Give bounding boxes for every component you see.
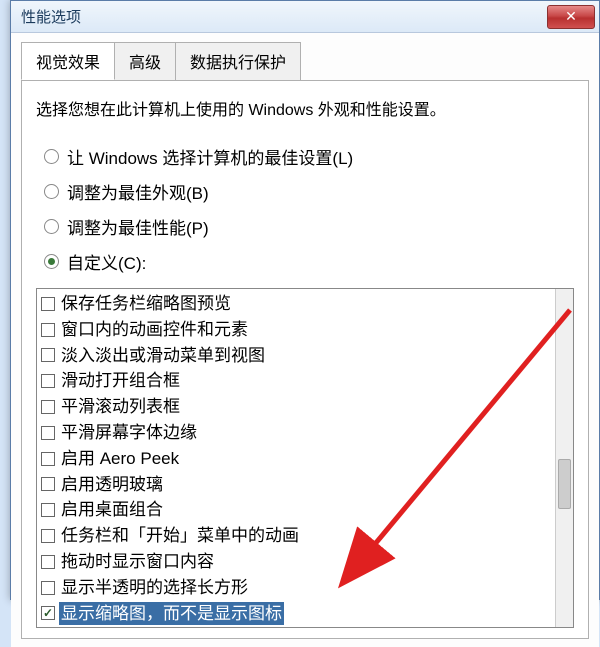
- scrollbar-thumb[interactable]: [558, 459, 571, 509]
- radio-icon: [44, 149, 59, 164]
- tab-panel: 选择您想在此计算机上使用的 Windows 外观和性能设置。 让 Windows…: [21, 80, 589, 639]
- check-label: 启用透明玻璃: [59, 473, 165, 497]
- check-item[interactable]: 平滑屏幕字体边缘: [37, 420, 573, 446]
- check-item[interactable]: 保存任务栏缩略图预览: [37, 291, 573, 317]
- content-area: 视觉效果 高级 数据执行保护 选择您想在此计算机上使用的 Windows 外观和…: [11, 33, 599, 647]
- check-label: 启用 Aero Peek: [59, 447, 181, 471]
- check-item[interactable]: 显示半透明的选择长方形: [37, 575, 573, 601]
- check-label: 保存任务栏缩略图预览: [59, 292, 233, 316]
- checkbox-icon: [41, 400, 55, 414]
- check-item[interactable]: 显示缩略图，而不是显示图标: [37, 601, 573, 627]
- checkbox-icon: [41, 529, 55, 543]
- window-title: 性能选项: [21, 6, 81, 27]
- checkbox-icon: [41, 452, 55, 466]
- checkbox-icon: [41, 503, 55, 517]
- checkbox-icon: [41, 374, 55, 388]
- check-item[interactable]: 在窗口和按钮上使用视觉样式: [37, 626, 573, 628]
- radio-label: 调整为最佳性能(P): [67, 214, 209, 239]
- radio-group: 让 Windows 选择计算机的最佳设置(L) 调整为最佳外观(B) 调整为最佳…: [44, 144, 574, 274]
- check-item[interactable]: 窗口内的动画控件和元素: [37, 317, 573, 343]
- check-item[interactable]: 启用透明玻璃: [37, 472, 573, 498]
- checkbox-icon: [41, 348, 55, 362]
- check-item[interactable]: 滑动打开组合框: [37, 368, 573, 394]
- check-item[interactable]: 启用桌面组合: [37, 497, 573, 523]
- close-icon: ✕: [565, 8, 577, 25]
- check-label: 平滑屏幕字体边缘: [59, 421, 199, 445]
- check-item[interactable]: 启用 Aero Peek: [37, 446, 573, 472]
- tab-visual-effects[interactable]: 视觉效果: [21, 42, 115, 80]
- radio-label: 调整为最佳外观(B): [67, 179, 209, 204]
- check-label: 启用桌面组合: [59, 498, 165, 522]
- checkbox-icon: [41, 477, 55, 491]
- check-label: 窗口内的动画控件和元素: [59, 318, 250, 342]
- check-label: 显示缩略图，而不是显示图标: [59, 602, 284, 626]
- check-label: 任务栏和「开始」菜单中的动画: [59, 524, 301, 548]
- check-label: 淡入淡出或滑动菜单到视图: [59, 344, 267, 368]
- check-label: 滑动打开组合框: [59, 369, 182, 393]
- check-item[interactable]: 拖动时显示窗口内容: [37, 549, 573, 575]
- radio-icon: [44, 219, 59, 234]
- radio-best-look[interactable]: 调整为最佳外观(B): [44, 179, 574, 204]
- radio-icon: [44, 254, 59, 269]
- radio-label: 让 Windows 选择计算机的最佳设置(L): [67, 144, 353, 169]
- checkbox-icon: [41, 606, 55, 620]
- check-label: 拖动时显示窗口内容: [59, 550, 216, 574]
- effects-listbox[interactable]: 保存任务栏缩略图预览窗口内的动画控件和元素淡入淡出或滑动菜单到视图滑动打开组合框…: [36, 288, 574, 628]
- check-label: 显示半透明的选择长方形: [59, 576, 250, 600]
- checkbox-icon: [41, 581, 55, 595]
- checkbox-icon: [41, 426, 55, 440]
- radio-best-perf[interactable]: 调整为最佳性能(P): [44, 214, 574, 239]
- check-label: 平滑滚动列表框: [59, 395, 182, 419]
- checkbox-icon: [41, 297, 55, 311]
- radio-icon: [44, 184, 59, 199]
- titlebar: 性能选项 ✕: [11, 1, 599, 33]
- radio-custom[interactable]: 自定义(C):: [44, 249, 574, 274]
- checkbox-icon: [41, 555, 55, 569]
- checkbox-icon: [41, 323, 55, 337]
- tab-advanced[interactable]: 高级: [114, 42, 176, 80]
- tab-dep[interactable]: 数据执行保护: [175, 42, 301, 80]
- close-button[interactable]: ✕: [547, 5, 595, 29]
- check-item[interactable]: 平滑滚动列表框: [37, 394, 573, 420]
- tab-strip: 视觉效果 高级 数据执行保护: [21, 42, 589, 81]
- check-label: 在窗口和按钮上使用视觉样式: [59, 627, 284, 628]
- check-item[interactable]: 淡入淡出或滑动菜单到视图: [37, 343, 573, 369]
- instruction-text: 选择您想在此计算机上使用的 Windows 外观和性能设置。: [36, 96, 574, 120]
- radio-auto[interactable]: 让 Windows 选择计算机的最佳设置(L): [44, 144, 574, 169]
- scrollbar[interactable]: [555, 289, 573, 627]
- radio-label: 自定义(C):: [67, 249, 146, 274]
- checklist: 保存任务栏缩略图预览窗口内的动画控件和元素淡入淡出或滑动菜单到视图滑动打开组合框…: [37, 289, 573, 628]
- dialog-window: 性能选项 ✕ 视觉效果 高级 数据执行保护 选择您想在此计算机上使用的 Wind…: [10, 0, 600, 600]
- check-item[interactable]: 任务栏和「开始」菜单中的动画: [37, 523, 573, 549]
